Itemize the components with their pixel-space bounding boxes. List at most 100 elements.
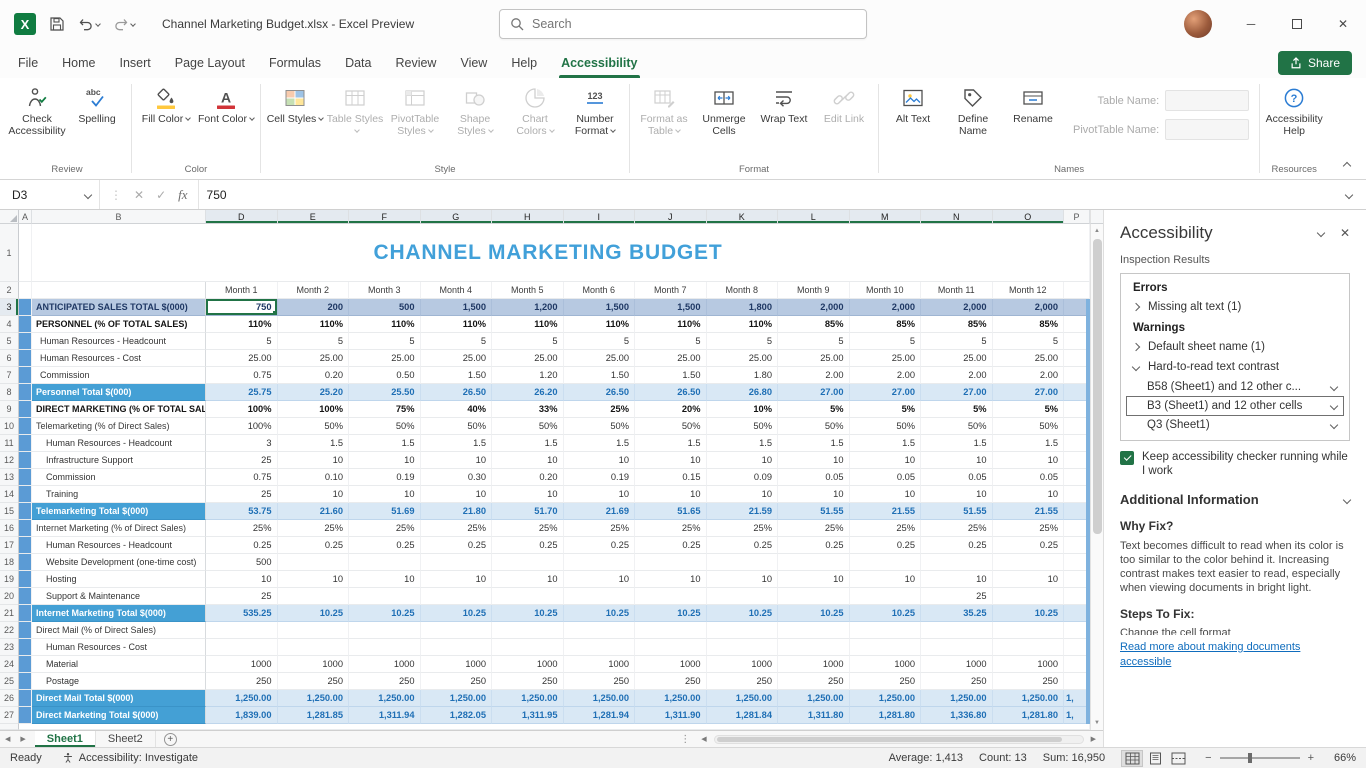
- cell-E18[interactable]: [278, 554, 350, 571]
- row-header-13[interactable]: 13: [0, 469, 19, 486]
- cell-J3[interactable]: 1,500: [635, 299, 707, 316]
- row-header-21[interactable]: 21: [0, 605, 19, 622]
- cell-E5[interactable]: 5: [278, 333, 350, 350]
- cell-J14[interactable]: 10: [635, 486, 707, 503]
- cell-D11[interactable]: 3: [206, 435, 278, 452]
- cell-G9[interactable]: 40%: [421, 401, 493, 418]
- inspection-item-default-sheet-name-1[interactable]: Default sheet name (1): [1121, 337, 1349, 357]
- inspection-finding-b3-sheet1-and-12-other-cells[interactable]: B3 (Sheet1) and 12 other cells: [1127, 397, 1343, 415]
- cell-K15[interactable]: 21.59: [707, 503, 779, 520]
- cell-N24[interactable]: 1000: [921, 656, 993, 673]
- cell-A9[interactable]: [19, 401, 32, 418]
- cell-K12[interactable]: 10: [707, 452, 779, 469]
- cell-K4[interactable]: 110%: [707, 316, 779, 333]
- cell-G22[interactable]: [421, 622, 493, 639]
- cell-F13[interactable]: 0.19: [349, 469, 421, 486]
- page-layout-view-button[interactable]: [1144, 750, 1166, 767]
- cell-D12[interactable]: 25: [206, 452, 278, 469]
- cell-I11[interactable]: 1.5: [564, 435, 636, 452]
- cell-E11[interactable]: 1.5: [278, 435, 350, 452]
- cell-A25[interactable]: [19, 673, 32, 690]
- column-header-G[interactable]: G: [421, 210, 493, 224]
- cell-A8[interactable]: [19, 384, 32, 401]
- cell-A10[interactable]: [19, 418, 32, 435]
- cell-I24[interactable]: 1000: [564, 656, 636, 673]
- cell-M9[interactable]: 5%: [850, 401, 922, 418]
- cell-H2[interactable]: Month 5: [492, 282, 564, 299]
- cell-A24[interactable]: [19, 656, 32, 673]
- excel-logo-icon[interactable]: X: [14, 13, 36, 35]
- cell-F27[interactable]: 1,311.94: [349, 707, 421, 724]
- cell-K2[interactable]: Month 8: [707, 282, 779, 299]
- cell-F18[interactable]: [349, 554, 421, 571]
- cell-K19[interactable]: 10: [707, 571, 779, 588]
- tab-accessibility[interactable]: Accessibility: [549, 48, 649, 78]
- row-header-5[interactable]: 5: [0, 333, 19, 350]
- cell-E27[interactable]: 1,281.85: [278, 707, 350, 724]
- cell-D10[interactable]: 100%: [206, 418, 278, 435]
- cell-L25[interactable]: 250: [778, 673, 850, 690]
- cell-I13[interactable]: 0.19: [564, 469, 636, 486]
- cell-D14[interactable]: 25: [206, 486, 278, 503]
- cell-O13[interactable]: 0.05: [993, 469, 1065, 486]
- cell-M22[interactable]: [850, 622, 922, 639]
- cell-A12[interactable]: [19, 452, 32, 469]
- row-header-9[interactable]: 9: [0, 401, 19, 418]
- cell-M12[interactable]: 10: [850, 452, 922, 469]
- cell-M15[interactable]: 21.55: [850, 503, 922, 520]
- cell-E25[interactable]: 250: [278, 673, 350, 690]
- cell-H14[interactable]: 10: [492, 486, 564, 503]
- collapse-ribbon-icon[interactable]: [1343, 162, 1351, 170]
- cell-M10[interactable]: 50%: [850, 418, 922, 435]
- cell-O5[interactable]: 5: [993, 333, 1065, 350]
- cell-L10[interactable]: 50%: [778, 418, 850, 435]
- cell-F11[interactable]: 1.5: [349, 435, 421, 452]
- cell-O3[interactable]: 2,000: [993, 299, 1065, 316]
- cell-O9[interactable]: 5%: [993, 401, 1065, 418]
- row-header-20[interactable]: 20: [0, 588, 19, 605]
- cell-O16[interactable]: 25%: [993, 520, 1065, 537]
- cell-G25[interactable]: 250: [421, 673, 493, 690]
- cell-K13[interactable]: 0.09: [707, 469, 779, 486]
- ribbon-button-accessibility-help[interactable]: ?Accessibility Help: [1264, 80, 1324, 137]
- row-header-15[interactable]: 15: [0, 503, 19, 520]
- cell-G10[interactable]: 50%: [421, 418, 493, 435]
- cell-K27[interactable]: 1,281.84: [707, 707, 779, 724]
- save-button[interactable]: [49, 16, 65, 32]
- cell-E3[interactable]: 200: [278, 299, 350, 316]
- cell-G3[interactable]: 1,500: [421, 299, 493, 316]
- cell-J18[interactable]: [635, 554, 707, 571]
- cell-H23[interactable]: [492, 639, 564, 656]
- enter-icon[interactable]: ✓: [156, 188, 166, 202]
- cell-M11[interactable]: 1.5: [850, 435, 922, 452]
- cell-J11[interactable]: 1.5: [635, 435, 707, 452]
- cell-H19[interactable]: 10: [492, 571, 564, 588]
- cell-L13[interactable]: 0.05: [778, 469, 850, 486]
- cell-H7[interactable]: 1.20: [492, 367, 564, 384]
- sheet-tab-sheet2[interactable]: Sheet2: [96, 731, 156, 747]
- cell-M13[interactable]: 0.05: [850, 469, 922, 486]
- formula-input[interactable]: 750: [199, 180, 1332, 209]
- cell-F6[interactable]: 25.00: [349, 350, 421, 367]
- cell-J25[interactable]: 250: [635, 673, 707, 690]
- cell-G24[interactable]: 1000: [421, 656, 493, 673]
- cell-B13[interactable]: Commission: [32, 469, 206, 486]
- cell-L14[interactable]: 10: [778, 486, 850, 503]
- cell-K20[interactable]: [707, 588, 779, 605]
- cell-E20[interactable]: [278, 588, 350, 605]
- cell-E23[interactable]: [278, 639, 350, 656]
- cell-E16[interactable]: 25%: [278, 520, 350, 537]
- close-button[interactable]: ✕: [1320, 0, 1366, 48]
- cell-H22[interactable]: [492, 622, 564, 639]
- cell-I3[interactable]: 1,500: [564, 299, 636, 316]
- tab-home[interactable]: Home: [50, 48, 107, 78]
- cell-L24[interactable]: 1000: [778, 656, 850, 673]
- zoom-level[interactable]: 66%: [1330, 752, 1356, 764]
- column-header-D[interactable]: D: [206, 210, 278, 224]
- row-header-17[interactable]: 17: [0, 537, 19, 554]
- column-header-K[interactable]: K: [707, 210, 779, 224]
- cell-K11[interactable]: 1.5: [707, 435, 779, 452]
- cell-O8[interactable]: 27.00: [993, 384, 1065, 401]
- column-header-I[interactable]: I: [564, 210, 636, 224]
- cell-B5[interactable]: Human Resources - Headcount: [32, 333, 206, 350]
